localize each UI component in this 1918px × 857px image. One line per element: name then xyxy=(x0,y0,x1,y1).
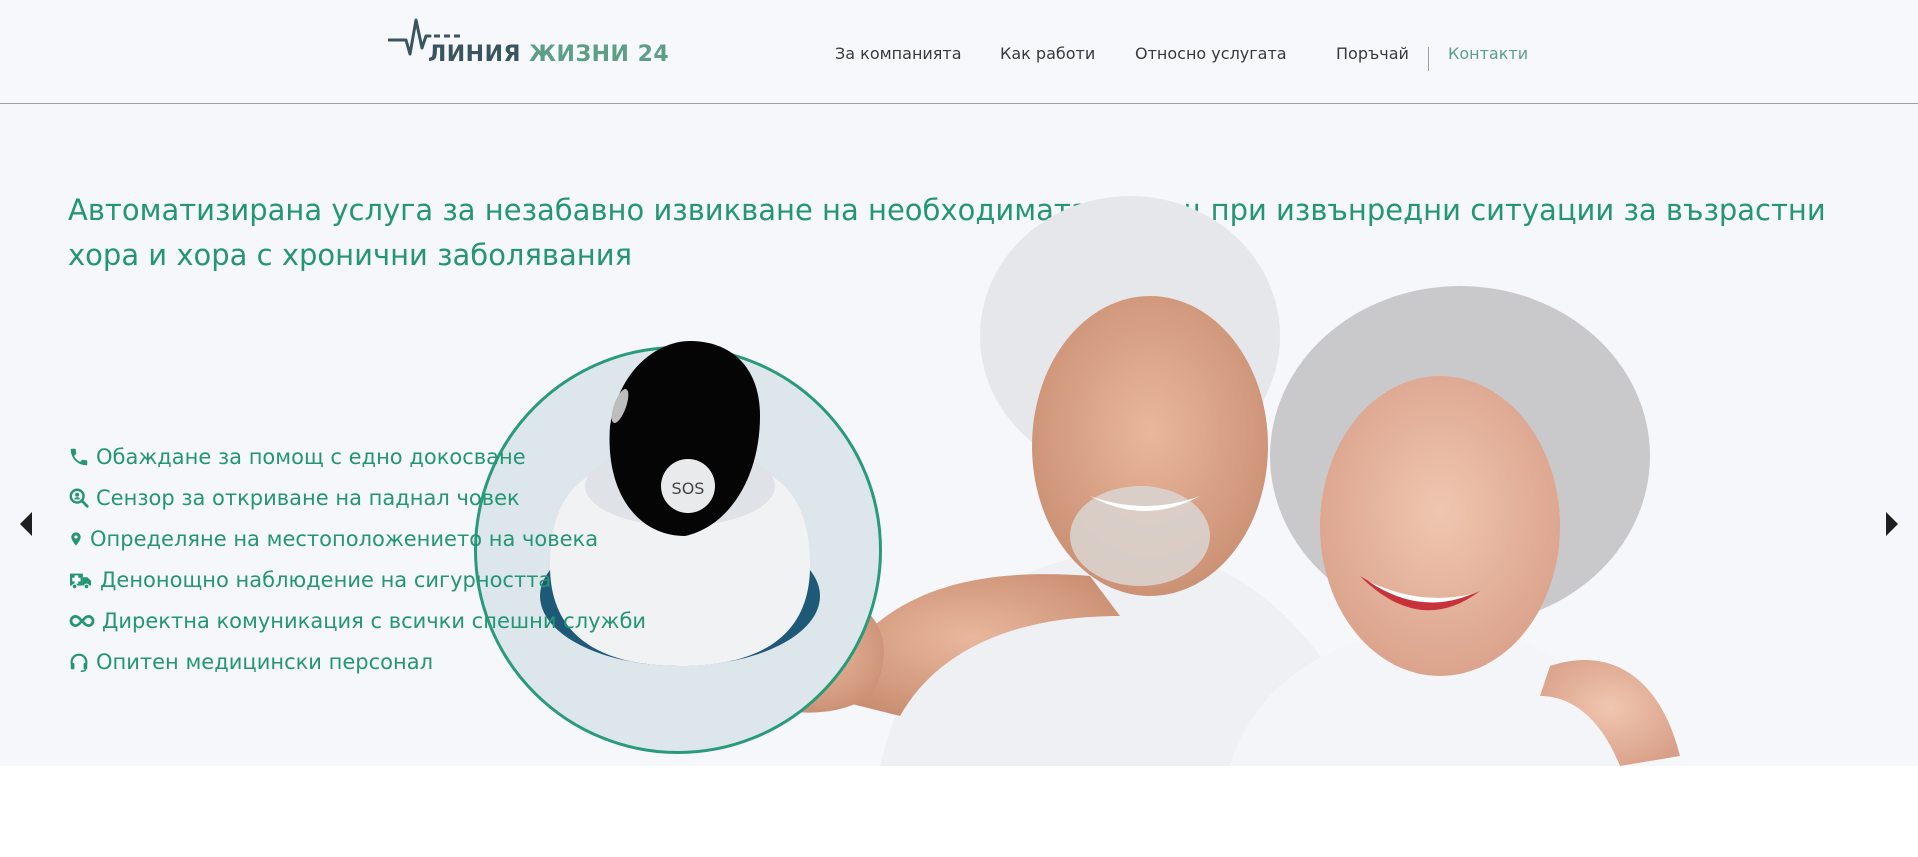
feature-item: Денонощно наблюдение на сигурността xyxy=(68,559,646,600)
nav-divider xyxy=(1428,47,1429,71)
feature-text: Обаждане за помощ с едно докосване xyxy=(96,444,526,469)
arrow-left-icon[interactable] xyxy=(16,510,36,538)
feature-text: Определяне на местоположението на човека xyxy=(90,526,599,551)
ambulance-icon xyxy=(70,573,92,589)
logo-word-1: ЛИНИЯ xyxy=(428,42,521,67)
feature-text: Сензор за откриване на паднал човек xyxy=(96,485,520,510)
device-sos-label: SOS xyxy=(672,479,705,498)
feature-item: Определяне на местоположението на човека xyxy=(68,518,646,559)
feature-item: Директна комуникация с всички спешни слу… xyxy=(68,600,646,641)
feature-list: Обаждане за помощ с едно докосване Сензо… xyxy=(68,436,646,682)
senior-couple-image xyxy=(760,196,1680,766)
feature-item: Обаждане за помощ с едно докосване xyxy=(68,436,646,477)
feature-text: Опитен медицински персонал xyxy=(96,649,434,674)
page-lower-area xyxy=(0,766,1918,857)
site-header: ЛИНИЯ ЖИЗНИ 24 За компанията Как работи … xyxy=(0,0,1918,104)
feature-item: Опитен медицински персонал xyxy=(68,641,646,682)
search-person-icon xyxy=(69,488,89,508)
infinity-icon xyxy=(69,614,95,627)
nav-item-contacts[interactable]: Контакти xyxy=(1448,44,1528,63)
map-marker-icon xyxy=(71,531,81,546)
nav-item-about-service[interactable]: Относно услугата xyxy=(1135,44,1287,63)
feature-item: Сензор за откриване на паднал човек xyxy=(68,477,646,518)
feature-text: Денонощно наблюдение на сигурността xyxy=(100,567,552,592)
site-logo[interactable]: ЛИНИЯ ЖИЗНИ 24 xyxy=(388,14,669,70)
headset-icon xyxy=(70,653,88,672)
logo-word-2: ЖИЗНИ 24 xyxy=(529,42,670,67)
hero-slider: Автоматизирана услуга за незабавно извик… xyxy=(0,104,1918,766)
nav-item-about-company[interactable]: За компанията xyxy=(835,44,962,63)
phone-icon xyxy=(70,448,88,465)
arrow-right-icon[interactable] xyxy=(1882,510,1902,538)
nav-item-how-it-works[interactable]: Как работи xyxy=(1000,44,1095,63)
logo-text: ЛИНИЯ ЖИЗНИ 24 xyxy=(428,42,669,67)
feature-text: Директна комуникация с всички спешни слу… xyxy=(102,608,647,633)
nav-item-order[interactable]: Поръчай xyxy=(1336,44,1409,63)
